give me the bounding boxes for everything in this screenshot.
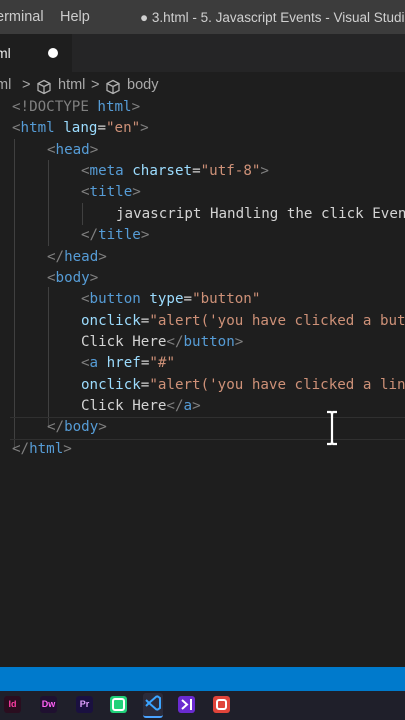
premiere-icon[interactable]: Pr <box>76 696 93 713</box>
code-line-7: </title> <box>81 227 150 243</box>
code-line-9: <body> <box>47 270 99 286</box>
text-cursor-icon <box>324 410 340 446</box>
window-title: ● 3.html - 5. Javascript Events - Visual… <box>140 10 405 25</box>
menu-help[interactable]: Help <box>60 9 90 25</box>
taskbar: Id Dw Pr <box>0 691 405 720</box>
tab-3-html[interactable]: ml <box>0 34 72 72</box>
cube-icon <box>105 79 121 99</box>
code-line-2: <html lang="en"> <box>12 120 149 136</box>
cube-icon <box>36 79 52 99</box>
code-line-15: Click Here</a> <box>81 398 201 414</box>
indent-guide <box>14 139 15 449</box>
visual-studio-icon[interactable] <box>178 696 195 713</box>
vscode-icon[interactable] <box>143 693 163 718</box>
breadcrumb: ml > html > body <box>0 75 405 97</box>
breadcrumb-body[interactable]: body <box>127 77 158 93</box>
code-line-3: <head> <box>47 142 99 158</box>
dreamweaver-icon[interactable]: Dw <box>40 696 57 713</box>
code-line-5: <title> <box>81 184 141 200</box>
unsaved-dot-icon[interactable] <box>48 48 58 58</box>
title-bar: erminal Help ● 3.html - 5. Javascript Ev… <box>0 0 405 34</box>
code-line-8: </head> <box>47 249 107 265</box>
camtasia-recorder-icon[interactable] <box>213 696 230 713</box>
code-line-10: <button type="button" <box>81 291 261 307</box>
breadcrumb-file[interactable]: ml <box>0 77 11 93</box>
code-line-17: </html> <box>12 441 72 457</box>
indent-guide <box>82 203 83 225</box>
breadcrumb-separator: > <box>22 77 31 93</box>
indent-guide <box>48 160 49 246</box>
code-line-6: javascript Handling the click Event <box>116 206 405 222</box>
tab-label: ml <box>0 45 11 61</box>
status-bar <box>0 667 405 691</box>
indent-guide <box>48 287 49 428</box>
code-line-12: Click Here</button> <box>81 334 244 350</box>
tab-bar: ml <box>0 34 405 72</box>
code-line-14: onclick="alert('you have clicked a link'… <box>81 377 405 393</box>
code-editor[interactable]: <!DOCTYPE html> <html lang="en"> <head> … <box>0 97 405 667</box>
menu-terminal[interactable]: erminal <box>0 9 44 25</box>
camtasia-icon[interactable] <box>110 696 127 713</box>
code-line-4: <meta charset="utf-8"> <box>81 163 269 179</box>
breadcrumb-html[interactable]: html <box>58 77 85 93</box>
code-line-1: <!DOCTYPE html> <box>12 99 141 115</box>
indesign-icon[interactable]: Id <box>4 696 21 713</box>
code-line-13: <a href="#" <box>81 355 175 371</box>
breadcrumb-separator: > <box>91 77 100 93</box>
code-line-16: </body> <box>47 419 107 435</box>
code-line-11: onclick="alert('you have clicked a butto… <box>81 313 405 329</box>
